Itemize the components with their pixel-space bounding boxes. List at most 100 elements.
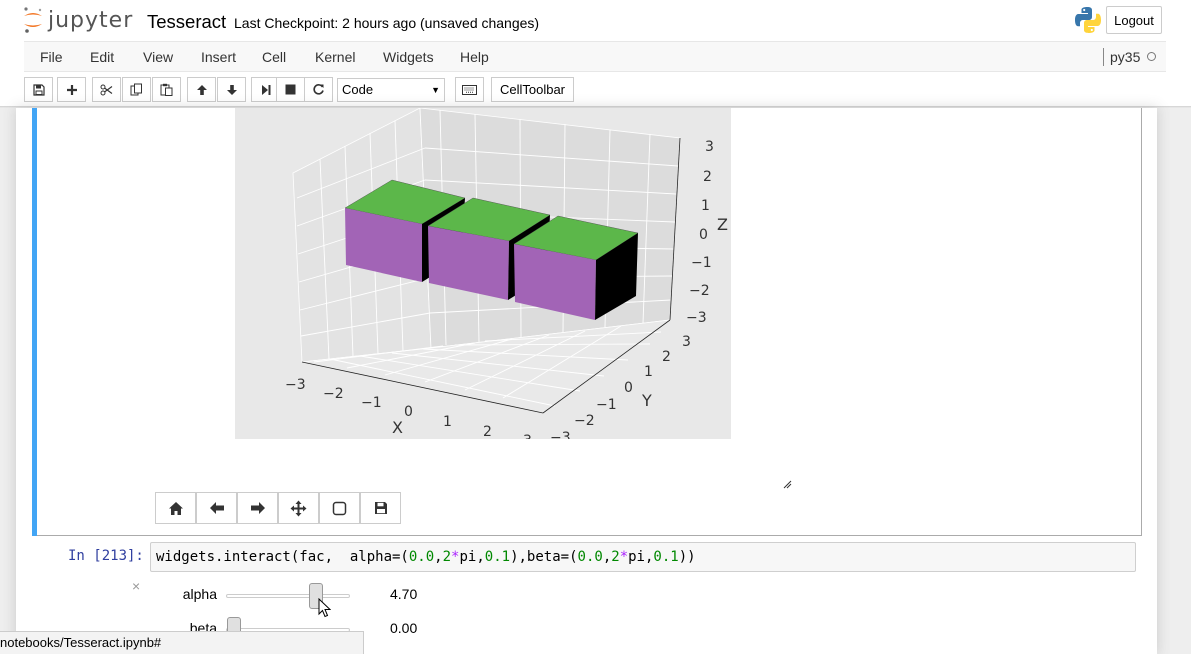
code-token: , xyxy=(602,549,612,565)
save-button[interactable] xyxy=(24,77,53,102)
python-logo-icon xyxy=(1075,7,1101,33)
y-axis-label: Y xyxy=(641,391,652,410)
cell-type-value: Code xyxy=(342,82,374,97)
insert-cell-button[interactable] xyxy=(57,77,86,102)
selected-cell-indicator xyxy=(32,108,37,536)
notebook-name[interactable]: Tesseract xyxy=(147,11,226,33)
menu-cell[interactable]: Cell xyxy=(262,49,286,65)
code-token: , xyxy=(434,549,443,565)
logout-button[interactable]: Logout xyxy=(1106,6,1162,34)
figure-home-button[interactable] xyxy=(155,492,196,524)
y-tick-label: 1 xyxy=(644,364,653,380)
interrupt-kernel-button[interactable] xyxy=(276,77,305,102)
jupyter-logo[interactable]: jupyter xyxy=(22,5,133,35)
x-tick-label: −2 xyxy=(323,386,344,402)
forward-arrow-icon xyxy=(250,502,265,514)
alpha-slider-value[interactable]: 4.70 xyxy=(390,586,417,602)
code-editor[interactable]: widgets.interact(fac, alpha=(0.0,2*pi,0.… xyxy=(150,542,1136,572)
mouse-cursor-icon xyxy=(318,598,331,618)
move-icon xyxy=(290,500,307,516)
celltoolbar-button[interactable]: CellToolbar xyxy=(491,77,574,102)
y-tick-label: 0 xyxy=(624,380,633,396)
select-caret-icon: ▼ xyxy=(431,85,440,95)
menu-kernel[interactable]: Kernel xyxy=(315,49,355,65)
code-token: pi, xyxy=(628,549,654,565)
arrow-down-icon xyxy=(226,84,237,95)
x-tick-label: 2 xyxy=(483,424,492,439)
back-arrow-icon xyxy=(209,502,224,514)
jupyter-logo-icon xyxy=(24,7,42,33)
move-down-button[interactable] xyxy=(217,77,246,102)
y-tick-label: −1 xyxy=(596,397,617,413)
figure-zoom-button[interactable] xyxy=(319,492,360,524)
figure-forward-button[interactable] xyxy=(237,492,278,524)
x-tick-label: 3 xyxy=(523,433,532,439)
code-token: 2 xyxy=(442,549,452,565)
y-tick-label: −3 xyxy=(550,430,571,439)
command-palette-button[interactable] xyxy=(455,77,484,102)
save-figure-icon xyxy=(374,502,387,514)
restart-kernel-button[interactable] xyxy=(304,77,333,102)
step-forward-icon xyxy=(261,84,270,95)
menu-insert[interactable]: Insert xyxy=(201,49,236,65)
z-tick-label: −1 xyxy=(691,255,712,271)
x-tick-label: −1 xyxy=(361,395,382,411)
menubar: File Edit View Insert Cell Kernel Widget… xyxy=(24,41,1166,72)
menu-edit[interactable]: Edit xyxy=(90,49,114,65)
code-token: * xyxy=(619,549,629,565)
close-output-icon[interactable]: × xyxy=(132,578,140,594)
code-token: widgets.interact(fac, alpha=( xyxy=(156,549,409,565)
kernel-divider xyxy=(1103,48,1104,66)
paste-button[interactable] xyxy=(152,77,181,102)
copy-icon xyxy=(130,83,142,96)
x-axis-label: X xyxy=(392,418,403,437)
z-tick-label: 3 xyxy=(705,139,714,155)
figure-canvas: 3 2 1 0 −1 −2 −3 Z −3 −2 −1 0 1 2 3 X 3 … xyxy=(285,107,728,449)
cut-icon xyxy=(100,84,113,95)
code-token: 0.0 xyxy=(577,549,603,565)
status-bar-url: notebooks/Tesseract.ipynb# xyxy=(0,631,364,654)
keyboard-icon xyxy=(462,84,477,95)
plus-icon xyxy=(66,84,77,95)
jupyter-logo-text: jupyter xyxy=(48,7,134,33)
stop-icon xyxy=(285,84,296,95)
notebook-header: jupyter Tesseract Last Checkpoint: 2 hou… xyxy=(0,0,1191,42)
code-token: 0.0 xyxy=(408,549,435,565)
home-icon xyxy=(168,501,183,515)
checkpoint-status: Last Checkpoint: 2 hours ago (unsaved ch… xyxy=(234,15,540,31)
menu-file[interactable]: File xyxy=(40,49,63,65)
code-token: ),beta=( xyxy=(510,549,578,565)
menu-help[interactable]: Help xyxy=(460,49,489,65)
figure-back-button[interactable] xyxy=(196,492,237,524)
alpha-slider-label: alpha xyxy=(182,586,217,602)
kernel-name: py35 xyxy=(1110,49,1141,65)
z-axis-label: Z xyxy=(717,215,728,234)
x-tick-label: 1 xyxy=(443,414,452,430)
code-token: 2 xyxy=(611,549,620,565)
y-tick-label: 3 xyxy=(682,334,691,350)
cut-button[interactable] xyxy=(92,77,121,102)
paste-icon xyxy=(160,83,173,96)
beta-slider-value[interactable]: 0.00 xyxy=(390,620,417,636)
input-prompt: In [213]: xyxy=(68,548,144,564)
code-token: pi, xyxy=(459,549,485,565)
matplotlib-figure[interactable]: 3 2 1 0 −1 −2 −3 Z −3 −2 −1 0 1 2 3 X 3 … xyxy=(235,107,731,449)
zoom-rect-icon xyxy=(332,501,347,515)
code-token: 0.1 xyxy=(653,549,679,565)
z-tick-label: −3 xyxy=(686,310,707,326)
figure-save-button[interactable] xyxy=(360,492,401,524)
save-icon xyxy=(32,83,45,96)
z-tick-labels: 3 2 1 0 −1 −2 −3 xyxy=(686,139,714,326)
cell-type-select[interactable]: Code ▼ xyxy=(337,78,445,102)
menu-widgets[interactable]: Widgets xyxy=(383,49,434,65)
alpha-slider-track[interactable] xyxy=(226,594,350,598)
kernel-idle-icon xyxy=(1147,52,1156,61)
figure-pan-button[interactable] xyxy=(278,492,319,524)
move-up-button[interactable] xyxy=(187,77,216,102)
menu-view[interactable]: View xyxy=(143,49,173,65)
copy-button[interactable] xyxy=(122,77,151,102)
code-token: 0.1 xyxy=(484,549,511,565)
code-token: )) xyxy=(678,549,696,565)
z-tick-label: 1 xyxy=(701,198,710,214)
resize-handle-icon[interactable] xyxy=(782,479,792,489)
